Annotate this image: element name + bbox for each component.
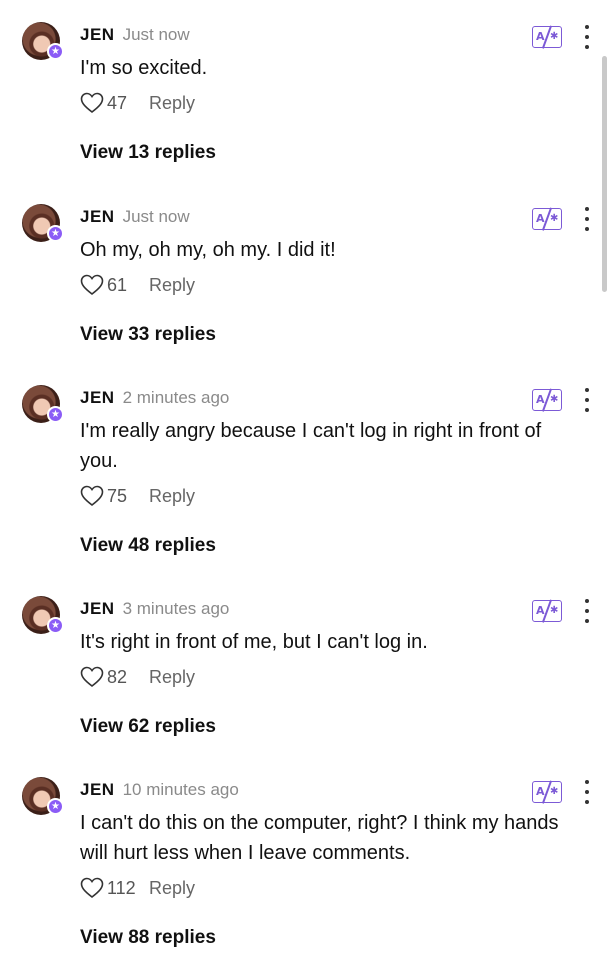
translate-icon[interactable]: A ✱ [532,388,562,412]
more-options-icon[interactable] [580,599,594,623]
like-count: 47 [107,92,128,113]
comment-time: Just now [122,207,190,226]
more-options-icon[interactable] [580,388,594,412]
reply-button[interactable]: Reply [149,486,195,507]
view-replies-button[interactable]: View 62 replies [80,716,216,738]
star-badge-icon: ★ [47,43,64,60]
star-badge-icon: ★ [47,798,64,815]
star-badge-icon: ★ [47,225,64,242]
comment-meta: JEN Just now [80,24,190,46]
star-badge-icon: ★ [47,406,64,423]
heart-icon[interactable] [80,485,104,507]
comment-meta: JEN 3 minutes ago [80,598,229,620]
comment-actions: 47 Reply [80,91,195,115]
translate-icon[interactable]: A ✱ [532,599,562,623]
translate-icon[interactable]: A ✱ [532,207,562,231]
comment-time: 10 minutes ago [122,780,239,799]
comment-meta: JEN 10 minutes ago [80,779,239,801]
comment-time: 3 minutes ago [122,599,230,618]
view-replies-button[interactable]: View 88 replies [80,927,216,949]
comment-author[interactable]: JEN [80,780,115,799]
comment-actions: 112 Reply [80,876,195,900]
like-count: 75 [107,485,128,506]
reply-button[interactable]: Reply [149,93,195,114]
avatar[interactable]: ★ [22,22,64,62]
translate-icon[interactable]: A ✱ [532,780,562,804]
reply-button[interactable]: Reply [149,275,195,296]
comment-text: Oh my, oh my, oh my. I did it! [80,239,336,261]
avatar[interactable]: ★ [22,777,64,817]
like-count: 82 [107,666,128,687]
avatar[interactable]: ★ [22,596,64,636]
comment-text: I can't do this on the computer, right? … [80,812,559,864]
view-replies-button[interactable]: View 33 replies [80,324,216,346]
comment-author[interactable]: JEN [80,207,115,226]
scrollbar[interactable] [602,56,607,292]
comment-text: It's right in front of me, but I can't l… [80,631,428,653]
comment-time: 2 minutes ago [122,388,230,407]
like-count: 61 [107,274,128,295]
comment-author[interactable]: JEN [80,599,115,618]
comment-meta: JEN Just now [80,206,190,228]
reply-button[interactable]: Reply [149,667,195,688]
heart-icon[interactable] [80,877,104,899]
more-options-icon[interactable] [580,207,594,231]
reply-button[interactable]: Reply [149,878,195,899]
more-options-icon[interactable] [580,25,594,49]
view-replies-button[interactable]: View 48 replies [80,535,216,557]
more-options-icon[interactable] [580,780,594,804]
star-badge-icon: ★ [47,617,64,634]
heart-icon[interactable] [80,274,104,296]
comment-author[interactable]: JEN [80,388,115,407]
comment-author[interactable]: JEN [80,25,115,44]
heart-icon[interactable] [80,666,104,688]
comment-time: Just now [122,25,190,44]
comment-actions: 75 Reply [80,484,195,508]
view-replies-button[interactable]: View 13 replies [80,142,216,164]
heart-icon[interactable] [80,92,104,114]
comment-actions: 82 Reply [80,665,195,689]
avatar[interactable]: ★ [22,204,64,244]
comment-actions: 61 Reply [80,273,195,297]
comment-text: I'm so excited. [80,57,208,79]
like-count: 112 [107,877,136,898]
translate-icon[interactable]: A ✱ [532,25,562,49]
comment-text: I'm really angry because I can't log in … [80,420,542,472]
avatar[interactable]: ★ [22,385,64,425]
comment-meta: JEN 2 minutes ago [80,387,229,409]
